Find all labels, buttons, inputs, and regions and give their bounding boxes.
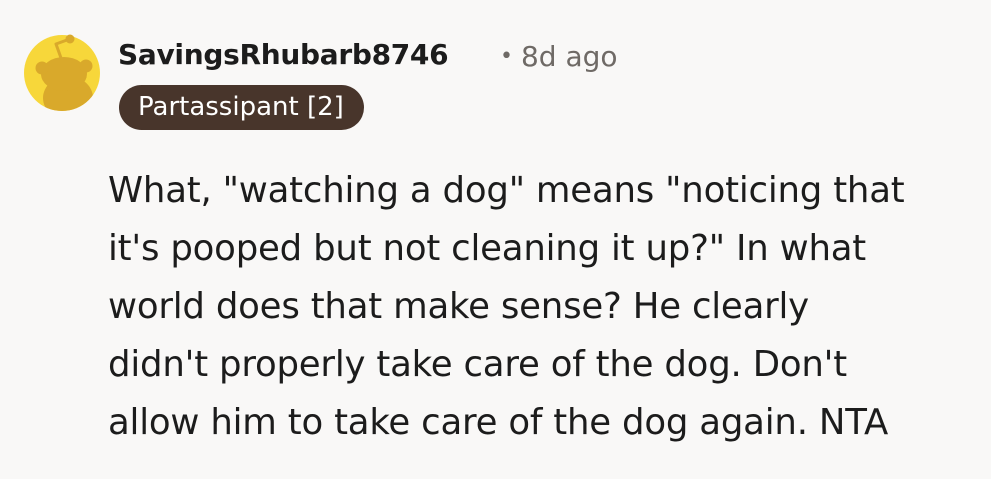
comment-age[interactable]: 8d ago	[521, 40, 618, 73]
separator-dot: •	[500, 44, 513, 69]
comment-body-line: allow him to take care of the dog again.…	[108, 402, 889, 443]
comment-body-line: world does that make sense? He clearly	[108, 286, 809, 327]
comment-meta: • 8d ago	[500, 40, 618, 73]
comment-body-line: didn't properly take care of the dog. Do…	[108, 344, 847, 385]
comment-body-line: it's pooped but not cleaning it up?" In …	[108, 228, 867, 269]
comment-body-line: What, "watching a dog" means "noticing t…	[108, 170, 905, 211]
comment-body: What, "watching a dog" means "noticing t…	[108, 162, 978, 452]
comment: SavingsRhubarb8746 • 8d ago Partassipant …	[0, 0, 991, 479]
snoo-avatar-icon[interactable]	[24, 28, 100, 118]
user-flair-badge: Partassipant [2]	[119, 85, 364, 130]
author-username[interactable]: SavingsRhubarb8746	[118, 38, 449, 71]
